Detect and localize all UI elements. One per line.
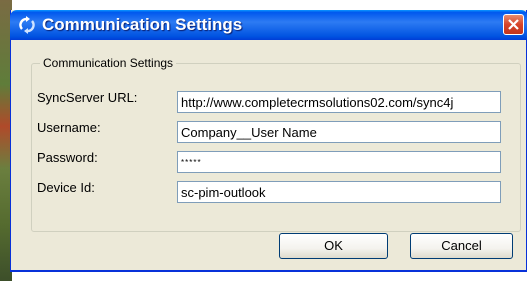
username-label: Username: bbox=[37, 120, 101, 135]
communication-settings-group: Communication Settings bbox=[31, 56, 521, 232]
communication-settings-dialog: Communication Settings Communication Set… bbox=[10, 10, 527, 272]
password-input[interactable] bbox=[177, 151, 501, 173]
sync-app-icon bbox=[19, 16, 35, 34]
syncserver-url-label: SyncServer URL: bbox=[37, 90, 138, 105]
password-label: Password: bbox=[37, 150, 98, 165]
close-icon bbox=[508, 19, 519, 30]
device-id-label: Device Id: bbox=[37, 180, 95, 195]
window-title: Communication Settings bbox=[42, 15, 243, 34]
username-input[interactable] bbox=[177, 121, 501, 143]
device-id-input[interactable] bbox=[177, 181, 501, 203]
cancel-button[interactable]: Cancel bbox=[410, 233, 513, 259]
syncserver-url-input[interactable] bbox=[177, 91, 501, 113]
ok-button[interactable]: OK bbox=[279, 233, 388, 259]
group-legend: Communication Settings bbox=[40, 56, 177, 70]
close-button[interactable] bbox=[503, 14, 524, 35]
title-bar[interactable]: Communication Settings bbox=[10, 10, 527, 40]
